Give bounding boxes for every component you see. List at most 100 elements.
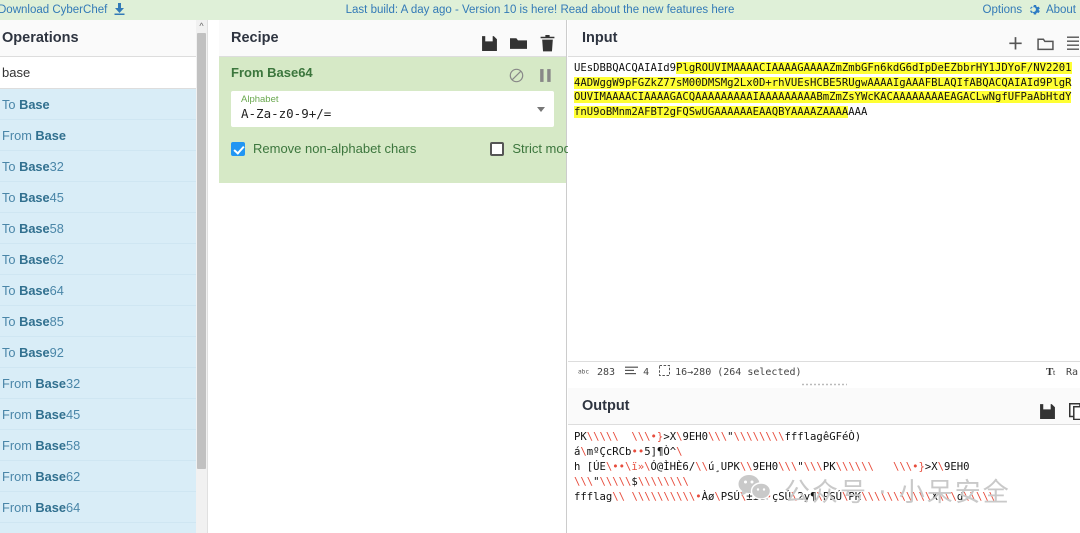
output-text-run	[874, 461, 893, 473]
input-textarea[interactable]: UEsDBBQACQAIAId9PlgROUVIMAAAACIAAAAGAAAA…	[568, 58, 1080, 338]
save-icon[interactable]	[1039, 398, 1056, 419]
remove-non-alphabet-label: Remove non-alphabet chars	[253, 141, 417, 156]
control-char-run: \\\	[803, 461, 823, 473]
svg-text:t: t	[1053, 368, 1056, 376]
new-features-link[interactable]: here	[711, 4, 734, 16]
output-text-run: 9EH0	[682, 431, 708, 443]
build-info: Last build: A day ago - Version 10 is he…	[0, 0, 1080, 20]
status-selection[interactable]: 16→280 (264 selected)	[659, 365, 802, 379]
operation-list-item[interactable]: From Base62	[0, 461, 207, 492]
grip-dots	[801, 383, 847, 386]
operation-list-item[interactable]: To Base	[0, 89, 207, 120]
status-right[interactable]: Tt Ra	[1046, 365, 1078, 379]
control-char-run: \\\\\\\\\\•	[631, 491, 702, 503]
operation-list-item[interactable]: From Base58	[0, 430, 207, 461]
operation-list-item[interactable]: To Base45	[0, 182, 207, 213]
op-suffix: 58	[49, 221, 64, 236]
operations-list[interactable]: To Base From Base To Base32 To Base45 To Bas…	[0, 89, 207, 533]
op-prefix: To	[2, 159, 20, 174]
status-lines[interactable]: 4	[625, 366, 649, 378]
operation-list-item[interactable]: From Base85	[0, 523, 207, 533]
operation-list-item[interactable]: From Base32	[0, 368, 207, 399]
operation-list-item[interactable]: To Base64	[0, 275, 207, 306]
add-icon[interactable]	[1007, 30, 1024, 50]
control-char-run: \\\•}	[631, 431, 664, 443]
output-text-run: 2y¶	[797, 491, 817, 503]
options-button[interactable]: Options	[983, 4, 1023, 16]
output-text-run: ffflag	[574, 491, 613, 503]
operations-scrollbar[interactable]: ^	[196, 20, 207, 533]
recipe-pane: Recipe From Base64 Alphabet A-Za-z0-9+/=…	[219, 20, 578, 533]
save-icon[interactable]	[481, 30, 498, 51]
status-length[interactable]: abc 283	[578, 367, 615, 378]
op-match: Base	[35, 376, 67, 391]
output-text-run: h [ÚE	[574, 461, 606, 473]
input-text-plain-end: AAA	[848, 105, 868, 118]
control-char-run: \\\\\\\\	[637, 476, 689, 488]
remove-non-alphabet-checkbox[interactable]: Remove non-alphabet chars	[231, 141, 416, 156]
op-prefix: To	[2, 221, 20, 236]
op-prefix: From	[2, 376, 36, 391]
operation-list-item[interactable]: To Base85	[0, 306, 207, 337]
op-suffix: 45	[66, 407, 81, 422]
op-suffix: 62	[66, 469, 81, 484]
output-text-run: PK	[848, 491, 862, 503]
alphabet-field[interactable]: Alphabet A-Za-z0-9+/=	[231, 91, 554, 127]
folder-open-icon[interactable]	[1037, 30, 1054, 51]
output-text-run: ±íu	[746, 491, 766, 503]
font-size-icon[interactable]: Tt	[1046, 365, 1061, 379]
op-prefix: To	[2, 314, 20, 329]
op-match: Base	[19, 159, 50, 174]
checkbox-box-unchecked[interactable]	[490, 141, 505, 156]
operation-list-item[interactable]: From Base	[0, 120, 207, 151]
abc-icon: abc	[578, 367, 592, 378]
control-char-run: \••\ï»\	[605, 461, 651, 473]
input-pane: Input UEsDBBQACQAIAId9PlgROUVIMAAAACIAAA…	[568, 20, 1080, 358]
about-button[interactable]: About	[1046, 4, 1076, 16]
output-line: ffflag\\ \\\\\\\\\\•Àø\PSÚ\±íu•çSÚ\2y¶\P…	[574, 490, 1074, 505]
search-input[interactable]	[0, 57, 207, 89]
operation-list-item[interactable]: From Base64	[0, 492, 207, 523]
op-suffix: 45	[49, 190, 64, 205]
output-text-run: 9EH0	[752, 461, 779, 473]
control-char-run: ••	[631, 446, 645, 458]
recipe-title-bar: Recipe	[219, 20, 566, 57]
control-char-run: \\\\\\	[835, 461, 874, 473]
scroll-up-arrow[interactable]: ^	[196, 20, 207, 33]
alphabet-value[interactable]: A-Za-z0-9+/=	[241, 105, 544, 122]
operation-list-item[interactable]: To Base58	[0, 213, 207, 244]
control-char-run: \\	[695, 461, 708, 473]
output-title: Output	[582, 398, 630, 414]
status-mode-value[interactable]: Ra	[1066, 367, 1078, 378]
control-char-run: \\\\\	[963, 491, 996, 503]
list-icon[interactable]	[1067, 30, 1080, 50]
checkbox-box-checked[interactable]	[231, 141, 245, 156]
status-length-value: 283	[597, 366, 616, 378]
output-text-run: PK	[822, 461, 836, 473]
operation-list-item[interactable]: To Base32	[0, 151, 207, 182]
op-match: Base	[35, 469, 67, 484]
output-line: PK\\\\\ \\\•}>X\9EH0\\\"\\\\\\\\ffflagêG…	[574, 430, 1074, 445]
output-textarea[interactable]: PK\\\\\ \\\•}>X\9EH0\\\"\\\\\\\\ffflagêG…	[568, 426, 1080, 533]
operation-list-item[interactable]: To Base62	[0, 244, 207, 275]
chevron-down-icon[interactable]	[537, 107, 545, 112]
operation-list-item[interactable]: From Base45	[0, 399, 207, 430]
op-suffix: 62	[49, 252, 64, 267]
output-pane: Output PK\\\\\ \\\•}>X\9EH0\\\"\\\\\\\\f…	[568, 388, 1080, 533]
folder-icon[interactable]	[510, 30, 527, 49]
input-toolbar	[1007, 20, 1080, 57]
op-suffix: 32	[66, 376, 81, 391]
strict-mode-checkbox[interactable]: Strict mode	[490, 141, 578, 156]
op-match: Base	[19, 345, 50, 360]
output-text-run: çSÚ	[771, 491, 791, 503]
trash-icon[interactable]	[539, 30, 556, 52]
output-text-run: ú¸UPK	[707, 461, 740, 473]
output-text-run: mºÇcRCb	[586, 446, 632, 458]
op-prefix: To	[2, 252, 20, 267]
op-prefix: To	[2, 97, 20, 112]
op-prefix: From	[2, 469, 36, 484]
copy-icon[interactable]	[1068, 398, 1080, 421]
op-match: Base	[19, 252, 50, 267]
scrollbar-thumb[interactable]	[197, 33, 206, 469]
operation-list-item[interactable]: To Base92	[0, 337, 207, 368]
